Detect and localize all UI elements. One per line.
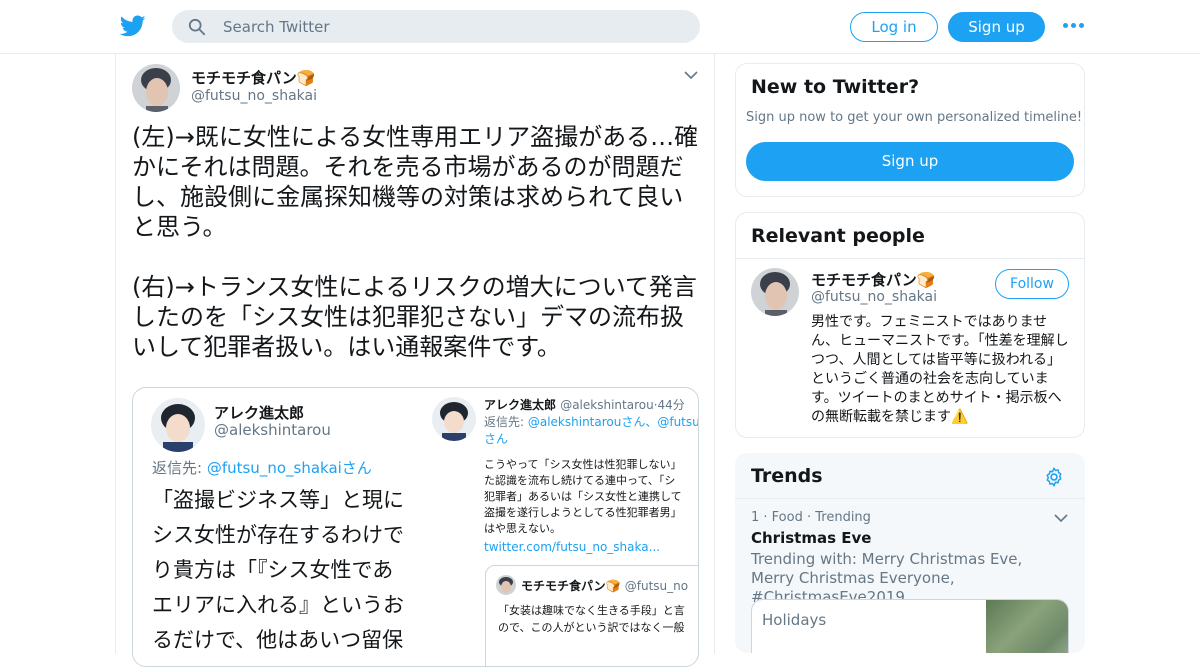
more-options-icon[interactable] xyxy=(1063,23,1087,31)
new-to-twitter-title: New to Twitter? xyxy=(751,76,920,98)
embedded-reply-link: twitter.com/futsu_no_shaka... xyxy=(484,540,661,554)
quote-avatar xyxy=(496,575,516,595)
search-placeholder: Search Twitter xyxy=(223,18,330,36)
relevant-person-avatar[interactable] xyxy=(751,268,799,316)
embedded-author-name: アレク進太郎 xyxy=(214,404,305,422)
author-avatar[interactable] xyxy=(132,64,180,112)
relevant-person-bio: 男性です。フェミニストではありません、ヒューマニストです。「性差を理解しつつ、人… xyxy=(811,314,1069,425)
attached-screenshot[interactable]: アレク進太郎 @alekshintarou 返信先: @futsu_no_sha… xyxy=(132,387,699,667)
relevant-person-name[interactable]: モチモチ食パン🍞 xyxy=(811,269,935,290)
embedded-reply-text: こうやって「シス女性は性犯罪しない」 た認識を流布し続けてる連中って、「シ 犯罪… xyxy=(484,458,682,535)
embedded-tweet-text: 「盗撮ビジネス等」と現に シス女性が存在するわけで り貴方は「『シス女性であ エ… xyxy=(152,488,404,652)
relevant-people-title: Relevant people xyxy=(751,225,925,247)
relevant-person-handle[interactable]: @futsu_no_shakai xyxy=(811,289,937,305)
trend-card-label: Holidays xyxy=(762,611,827,629)
trend-card-thumbnail xyxy=(986,600,1068,653)
twitter-bird-icon[interactable] xyxy=(120,13,146,39)
embedded-quote-tweet: モチモチ食パン🍞 @futsu_no 「女装は趣味でなく生きる手段」と言 ので、… xyxy=(485,565,698,666)
follow-button[interactable]: Follow xyxy=(995,269,1069,299)
embedded-reply-author: アレク進太郎 @alekshintarou·44分 xyxy=(484,398,685,412)
quote-text: 「女装は趣味でなく生きる手段」と言 ので、この人がという訳ではなく一般 xyxy=(498,604,685,634)
signup-button[interactable]: Sign up xyxy=(948,12,1045,42)
search-input[interactable]: Search Twitter xyxy=(172,10,700,43)
trend-meta: 1 · Food · Trending xyxy=(751,510,871,525)
sidebar-signup-button[interactable]: Sign up xyxy=(746,142,1074,181)
embedded-author-handle: @alekshintarou xyxy=(214,421,331,439)
author-handle[interactable]: @futsu_no_shakai xyxy=(191,88,317,104)
gear-icon[interactable] xyxy=(1043,466,1065,488)
author-name[interactable]: モチモチ食パン🍞 xyxy=(191,67,315,88)
login-button[interactable]: Log in xyxy=(850,12,938,42)
embedded-author-avatar xyxy=(151,398,205,452)
top-navigation-bar: Search Twitter Log in Sign up xyxy=(0,0,1200,54)
tweet-column: モチモチ食パン🍞 @futsu_no_shakai (左)→既に女性による女性専… xyxy=(115,54,715,667)
embedded-reply-to: 返信先: @futsu_no_shakaiさん xyxy=(152,459,372,477)
divider xyxy=(736,258,1084,259)
trend-preview-card[interactable]: Holidays xyxy=(751,599,1069,653)
search-icon xyxy=(188,18,206,36)
embedded-reply-to-2: 返信先: @alekshintarouさん、@futsu さん xyxy=(484,415,699,446)
trends-card: Trends 1 · Food · Trending Christmas Eve… xyxy=(735,453,1085,653)
quote-author: モチモチ食パン🍞 @futsu_no xyxy=(521,579,689,593)
relevant-people-card: Relevant people モチモチ食パン🍞 @futsu_no_shaka… xyxy=(735,212,1085,438)
new-to-twitter-subtitle: Sign up now to get your own personalized… xyxy=(746,110,1083,125)
embedded-reply-avatar xyxy=(432,397,476,441)
tweet-text: (左)→既に女性による女性専用エリア盗撮がある…確かにそれは問題。それを売る市場… xyxy=(132,123,699,361)
chevron-down-icon[interactable] xyxy=(684,70,698,80)
new-to-twitter-card: New to Twitter? Sign up now to get your … xyxy=(735,63,1085,197)
trends-title: Trends xyxy=(751,465,823,487)
trend-title[interactable]: Christmas Eve xyxy=(751,529,871,547)
chevron-down-icon[interactable] xyxy=(1054,513,1068,523)
divider xyxy=(735,498,1085,499)
